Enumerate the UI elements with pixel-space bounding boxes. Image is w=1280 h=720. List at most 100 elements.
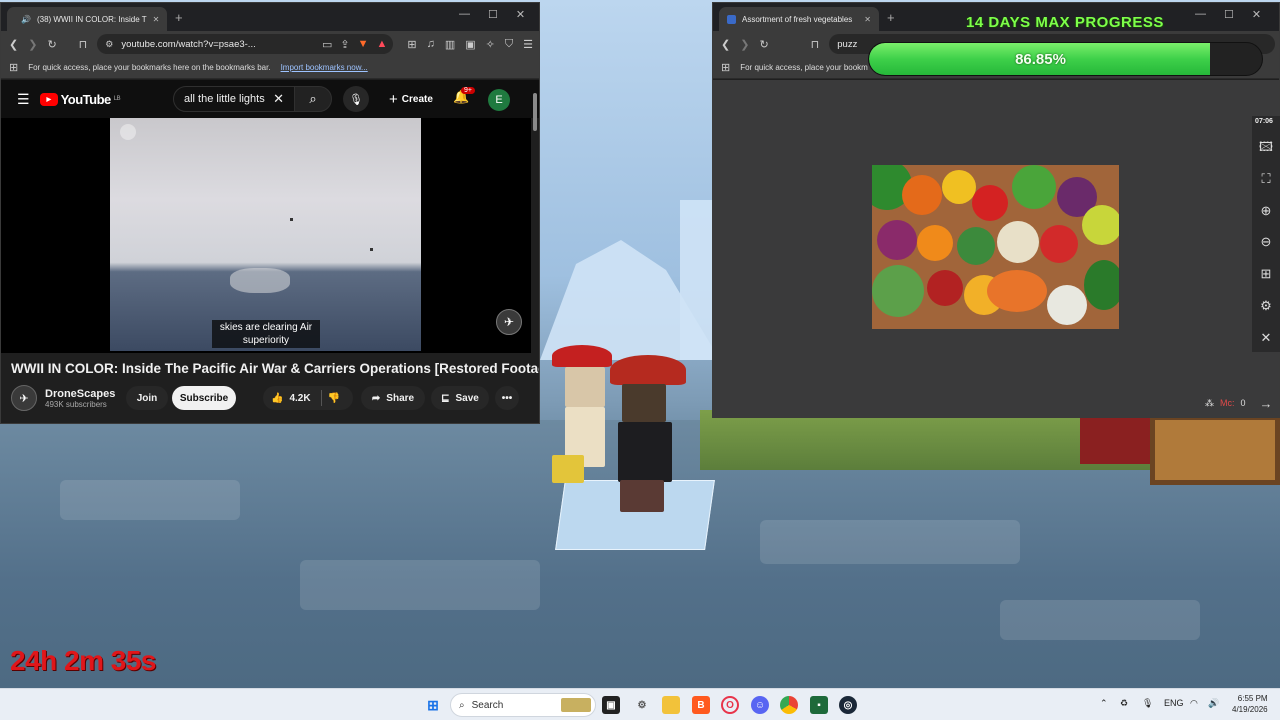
site-info-icon[interactable]: ⚙ bbox=[105, 39, 113, 50]
apps-grid-icon[interactable]: ⊞ bbox=[9, 61, 18, 74]
maximize-icon[interactable]: ☐ bbox=[1224, 8, 1234, 21]
bookmark-icon[interactable]: ⊓ bbox=[811, 38, 820, 51]
menu-icon[interactable]: ☰ bbox=[523, 38, 533, 51]
veg-savoy bbox=[872, 265, 924, 317]
account-avatar[interactable]: E bbox=[488, 89, 510, 111]
wifi-icon[interactable]: ◠ bbox=[1190, 698, 1198, 709]
player-head bbox=[565, 367, 605, 407]
dislike-icon[interactable]: 👎 bbox=[328, 393, 340, 404]
language-indicator[interactable]: ENG bbox=[1164, 698, 1184, 708]
minimize-icon[interactable]: — bbox=[459, 8, 470, 21]
channel-watermark-icon[interactable]: ✈ bbox=[496, 309, 522, 335]
youtube-search-input[interactable]: all the little lights ✕ bbox=[173, 86, 297, 112]
forward-icon[interactable]: ❯ bbox=[740, 38, 749, 51]
mushroom-hat bbox=[552, 345, 612, 367]
forward-icon[interactable]: ❯ bbox=[28, 38, 37, 51]
new-tab-icon[interactable]: + bbox=[175, 10, 183, 25]
vpn-icon[interactable]: ⛉ bbox=[505, 38, 513, 51]
close-puzzle-icon[interactable]: ✕ bbox=[1252, 330, 1280, 346]
zoom-in-icon[interactable]: ⊕ bbox=[1252, 203, 1280, 219]
chrome-icon[interactable] bbox=[780, 696, 798, 714]
close-window-icon[interactable]: ✕ bbox=[516, 8, 525, 21]
close-tab-icon[interactable]: ✕ bbox=[153, 15, 160, 24]
steam-icon[interactable]: ◎ bbox=[839, 696, 857, 714]
system-clock[interactable]: 6:55 PM 4/19/2026 bbox=[1232, 693, 1268, 715]
back-icon[interactable]: ❮ bbox=[721, 38, 730, 51]
bookmark-icon[interactable]: ⊓ bbox=[79, 38, 88, 51]
next-arrow-icon[interactable]: → bbox=[1260, 396, 1273, 411]
close-window-icon[interactable]: ✕ bbox=[1252, 8, 1261, 21]
reload-icon[interactable]: ↻ bbox=[47, 38, 56, 51]
search-button[interactable]: ⌕ bbox=[294, 86, 332, 112]
tab-puzzle[interactable]: Assortment of fresh vegetables ✕ bbox=[719, 7, 879, 31]
wallet-icon[interactable]: ▣ bbox=[465, 38, 475, 51]
settings-gear-icon[interactable]: ⚙ bbox=[1252, 298, 1280, 314]
save-button[interactable]: ⊑ Save bbox=[431, 386, 489, 410]
zoom-out-icon[interactable]: ⊖ bbox=[1252, 234, 1280, 250]
brave-browser-icon[interactable]: B bbox=[692, 696, 710, 714]
voice-search-button[interactable]: 🎙 bbox=[343, 86, 369, 112]
veg-garlic bbox=[997, 221, 1039, 263]
preview-image-icon[interactable]: 🖾 bbox=[1252, 138, 1280, 160]
fullscreen-icon[interactable]: ⛶ bbox=[1252, 171, 1280, 187]
ai-icon[interactable]: ✧ bbox=[486, 38, 495, 51]
close-tab-icon[interactable]: ✕ bbox=[864, 15, 871, 24]
settings-app-icon[interactable]: ⚙ bbox=[633, 696, 651, 714]
reader-icon[interactable]: ▥ bbox=[445, 38, 455, 51]
veg-radish bbox=[1040, 225, 1078, 263]
tab-youtube[interactable]: 🔊 (38) WWII IN COLOR: Inside T ✕ bbox=[7, 7, 167, 31]
minimize-icon[interactable]: — bbox=[1195, 8, 1206, 21]
tray-expand-icon[interactable]: ⌃ bbox=[1100, 698, 1108, 709]
veg-papaya bbox=[987, 270, 1047, 312]
vegetable-puzzle-image[interactable] bbox=[872, 165, 1119, 329]
channel-avatar[interactable]: ✈ bbox=[11, 385, 37, 411]
clear-search-icon[interactable]: ✕ bbox=[273, 91, 284, 107]
task-view-icon[interactable]: ▣ bbox=[602, 696, 620, 714]
veg-orange-pepper bbox=[917, 225, 953, 261]
windows-start-icon[interactable]: ⊞ bbox=[424, 696, 442, 714]
music-icon[interactable]: ♫ bbox=[427, 38, 435, 50]
video-player[interactable] bbox=[1, 118, 531, 353]
more-icon: ••• bbox=[501, 392, 513, 404]
file-explorer-icon[interactable] bbox=[662, 696, 680, 714]
page-scrollbar[interactable] bbox=[533, 93, 537, 131]
like-count[interactable]: 4.2K bbox=[289, 393, 310, 404]
brave-shield-icon[interactable]: ▼ bbox=[358, 38, 369, 50]
maximize-icon[interactable]: ☐ bbox=[488, 8, 498, 21]
bookmarks-hint: For quick access, place your bookmarks h… bbox=[28, 63, 271, 72]
microphone-icon[interactable]: 🎙 bbox=[1142, 698, 1153, 709]
tray-app-icon[interactable]: ♻ bbox=[1120, 698, 1128, 709]
rewards-icon[interactable]: ▲ bbox=[376, 38, 387, 50]
reload-icon[interactable]: ↻ bbox=[759, 38, 768, 51]
pieces-grid-icon[interactable]: ⊞ bbox=[1252, 266, 1280, 282]
hamburger-menu-icon[interactable]: ☰ bbox=[17, 91, 30, 108]
share-button[interactable]: ➦ Share bbox=[361, 386, 425, 410]
search-icon: ⌕ bbox=[309, 91, 317, 106]
channel-name[interactable]: DroneScapes bbox=[45, 388, 115, 400]
taskbar-search[interactable]: ⌕ Search bbox=[450, 693, 596, 717]
search-placeholder: Search bbox=[471, 699, 504, 711]
app-icon[interactable]: ▪ bbox=[810, 696, 828, 714]
new-tab-icon[interactable]: + bbox=[887, 10, 895, 25]
apps-grid-icon[interactable]: ⊞ bbox=[721, 61, 730, 74]
back-icon[interactable]: ❮ bbox=[9, 38, 18, 51]
subscribe-button[interactable]: Subscribe bbox=[172, 386, 236, 410]
like-icon[interactable]: 👍 bbox=[271, 393, 283, 404]
sidebar-icon[interactable]: ⊞ bbox=[407, 38, 416, 51]
import-bookmarks-link[interactable]: Import bookmarks now... bbox=[281, 63, 368, 72]
volume-icon[interactable]: 🔊 bbox=[1208, 698, 1219, 709]
join-button[interactable]: Join bbox=[126, 386, 168, 410]
youtube-logo[interactable]: ▶ YouTube LB bbox=[39, 92, 121, 107]
create-button[interactable]: + Create bbox=[383, 88, 439, 110]
player-item bbox=[552, 455, 584, 483]
create-label: Create bbox=[401, 93, 433, 105]
tab-bar: 🔊 (38) WWII IN COLOR: Inside T ✕ + — ☐ ✕ bbox=[1, 3, 539, 31]
discord-icon[interactable]: ☺ bbox=[751, 696, 769, 714]
url-field[interactable]: ⚙ youtube.com/watch?v=psae3-... ▭ ⇪ ▼ ▲ bbox=[97, 34, 394, 54]
opera-icon[interactable]: O bbox=[721, 696, 739, 714]
share-page-icon[interactable]: ⇪ bbox=[340, 38, 349, 51]
cast-icon[interactable]: ▭ bbox=[322, 38, 332, 51]
more-actions-button[interactable]: ••• bbox=[495, 386, 519, 410]
puzzle-timer: 07:06 bbox=[1255, 118, 1273, 125]
share-icon: ➦ bbox=[371, 392, 381, 404]
